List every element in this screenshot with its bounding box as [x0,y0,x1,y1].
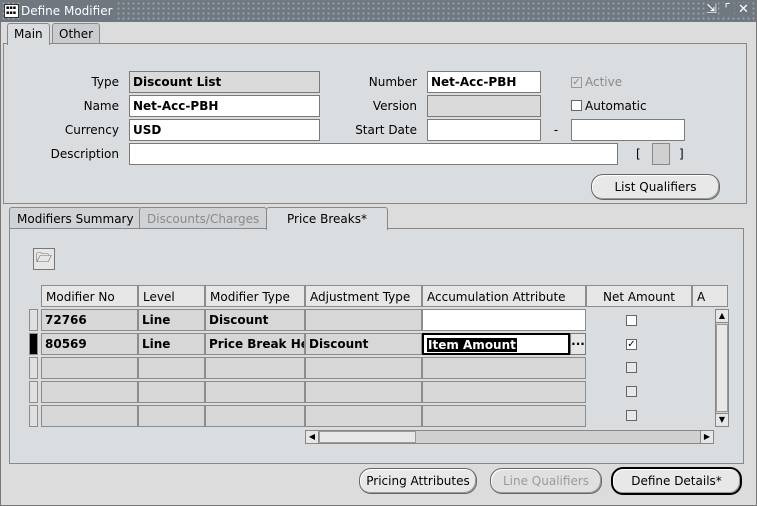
level-cell[interactable]: Line [138,309,205,331]
flex-close-bracket: ] [679,147,684,161]
col-header-modifier-type[interactable]: Modifier Type [205,285,305,307]
horizontal-scroll-thumb[interactable] [319,431,416,443]
modifier-type-cell[interactable]: Discount [205,309,305,331]
level-cell[interactable]: Line [138,333,205,355]
level-cell[interactable] [138,357,205,379]
description-field[interactable] [129,143,618,165]
lov-button[interactable]: ... [570,333,586,355]
description-label: Description [50,147,119,161]
automatic-checkbox[interactable] [571,100,582,111]
currency-field[interactable]: USD [129,119,320,141]
row-indicator-current[interactable] [29,333,38,355]
row-indicator[interactable] [29,357,38,379]
close-icon[interactable]: ✕ [737,3,750,17]
tab-price-breaks[interactable]: Price Breaks* [266,207,388,230]
net-amount-checkbox[interactable] [626,410,637,421]
descriptive-flexfield[interactable] [652,143,670,165]
row-indicator[interactable] [29,381,38,403]
net-amount-checkbox[interactable] [626,315,637,326]
list-qualifiers-button[interactable]: List Qualifiers [591,174,720,200]
adjustment-type-cell[interactable] [305,309,422,331]
scroll-up-icon[interactable]: ▲ [715,309,729,323]
net-amount-checkbox[interactable] [626,362,637,373]
tab-modifiers-summary[interactable]: Modifiers Summary [9,207,142,229]
col-header-level[interactable]: Level [138,285,205,307]
flex-open-bracket: [ [636,147,641,161]
pricing-attributes-button[interactable]: Pricing Attributes [359,468,477,494]
accumulation-attribute-cell[interactable] [422,357,586,379]
version-label: Version [372,99,417,113]
modifier-no-cell[interactable] [41,357,138,379]
date-separator: - [553,123,559,137]
net-amount-checkbox[interactable]: ✓ [626,339,637,350]
tab-other[interactable]: Other [52,23,101,44]
window-title: Define Modifier [21,2,117,20]
selected-value-highlight: Item Amount [427,338,517,352]
adjustment-type-cell[interactable] [305,381,422,403]
accumulation-attribute-cell[interactable] [422,381,586,403]
level-cell[interactable] [138,405,205,427]
adjustment-type-cell[interactable] [305,357,422,379]
maximize-icon[interactable]: ⌜ [721,3,734,17]
number-field[interactable]: Net-Acc-PBH [427,71,541,93]
accumulation-attribute-input[interactable]: Item Amount [422,333,570,355]
row-indicator[interactable] [29,405,38,427]
col-header-accumulation-attribute[interactable]: Accumulation Attribute [422,285,586,307]
tab-main[interactable]: Main [7,23,50,45]
accumulation-attribute-cell[interactable] [422,309,586,331]
modifier-no-cell[interactable] [41,381,138,403]
level-cell[interactable] [138,381,205,403]
active-label: Active [585,75,623,89]
line-qualifiers-button[interactable]: Line Qualifiers [490,468,602,494]
currency-label: Currency [64,123,119,137]
col-header-truncated[interactable]: A [692,285,728,307]
scroll-right-icon[interactable]: ▶ [700,430,714,444]
vertical-scroll-thumb[interactable] [716,324,728,412]
modifier-no-cell[interactable]: 72766 [41,309,138,331]
type-field[interactable]: Discount List [129,71,320,93]
net-amount-checkbox[interactable] [626,386,637,397]
number-label: Number [368,75,417,89]
scroll-down-icon[interactable]: ▼ [715,413,729,427]
type-label: Type [91,75,119,89]
modifier-no-cell[interactable] [41,405,138,427]
modifier-type-cell[interactable]: Price Break He [205,333,305,355]
start-date-label: Start Date [355,123,417,137]
app-icon: ▪▪▪ ▪▪▪ [4,4,19,18]
end-date-field[interactable] [571,119,685,141]
adjustment-type-cell[interactable]: Discount [305,333,422,355]
modifier-type-cell[interactable] [205,357,305,379]
tab-discounts-charges[interactable]: Discounts/Charges [139,207,268,229]
scroll-left-icon[interactable]: ◀ [305,430,319,444]
adjustment-type-cell[interactable] [305,405,422,427]
modifier-no-cell[interactable]: 80569 [41,333,138,355]
version-field[interactable] [427,95,541,117]
start-date-field[interactable] [427,119,541,141]
col-header-net-amount[interactable]: Net Amount [586,285,692,307]
col-header-modifier-no[interactable]: Modifier No [41,285,138,307]
name-field[interactable]: Net-Acc-PBH [129,95,320,117]
accumulation-attribute-cell[interactable] [422,405,586,427]
name-label: Name [83,99,119,113]
open-folder-icon[interactable]: 🗁 [33,248,55,270]
active-checkbox[interactable]: ✓ [571,77,582,88]
define-details-button[interactable]: Define Details* [611,467,742,495]
row-indicator[interactable] [29,309,38,331]
modifier-type-cell[interactable] [205,381,305,403]
modifier-type-cell[interactable] [205,405,305,427]
col-header-adjustment-type[interactable]: Adjustment Type [305,285,422,307]
minimize-icon[interactable]: ⇲ [705,3,718,17]
automatic-label: Automatic [585,99,647,113]
